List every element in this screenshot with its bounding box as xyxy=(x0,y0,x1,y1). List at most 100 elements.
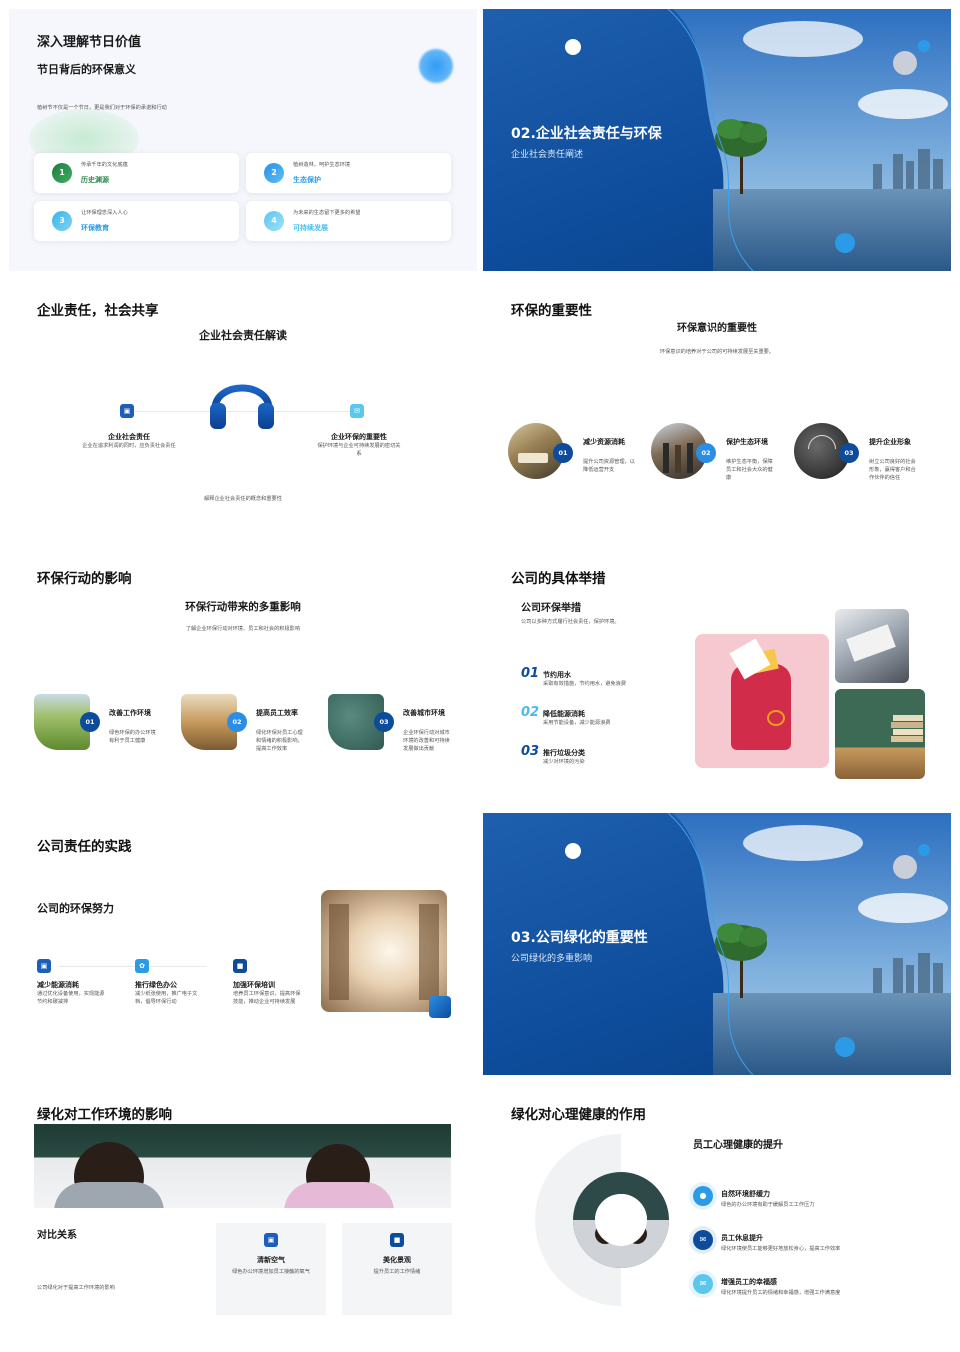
dot-blue xyxy=(918,40,930,52)
slide-impact: 环保行动的影响 环保行动带来的多重影响 了解企业环保行动对环境、员工和社会的积极… xyxy=(9,552,477,814)
photo-books-chalkboard xyxy=(835,689,925,779)
card-label: 历史渊源 xyxy=(81,176,109,184)
section-subtitle: 企业社会责任阐述 xyxy=(511,150,584,160)
item-title: 增强员工的幸福感 xyxy=(721,1278,777,1286)
page-subtitle: 环保行动带来的多重影响 xyxy=(185,601,301,613)
card-landscape: ■ 美化景观 提升员工的工作情绪 xyxy=(342,1223,452,1315)
item-title: 提高员工效率 xyxy=(256,709,298,717)
page-desc: 公司以多种方式履行社会责任，保护环境。 xyxy=(521,619,620,625)
dot-gray xyxy=(893,51,917,75)
section-title: 03.公司绿化的重要性 xyxy=(511,930,648,946)
slide-measures: 公司的具体举措 公司环保举措 公司以多种方式履行社会责任，保护环境。 01 节约… xyxy=(483,552,951,814)
briefcase-icon: ■ xyxy=(233,959,247,973)
slide-section-02: 02.企业社会责任与环保 企业社会责任阐述 xyxy=(483,9,951,271)
image-icon: ▣ xyxy=(264,1233,278,1247)
number-badge: 1 xyxy=(52,163,72,183)
item-desc: 绿化环境使员工能够更好地放松身心，提高工作效率 xyxy=(721,1246,841,1252)
number-badge: 03 xyxy=(374,712,394,732)
card-ecology: 2 植树造林，呵护生态环境 生态保护 xyxy=(246,153,451,193)
page-subtitle: 企业社会责任解读 xyxy=(199,329,287,342)
item-number: 01 xyxy=(521,666,540,681)
item-title: 提升企业形象 xyxy=(869,438,911,446)
dot-blue-bottom xyxy=(835,233,855,253)
page-desc: 植树节不仅是一个节日，更是我们对于环保的承诺和行动 xyxy=(37,105,167,111)
mail-icon: ✉ xyxy=(350,404,364,418)
left-desc: 企业在追求利润的同时，应负责社会责任 xyxy=(82,443,176,449)
dot-white xyxy=(565,843,581,859)
card-small: 植树造林，呵护生态环境 xyxy=(293,162,351,168)
mail-icon: ✉ xyxy=(693,1274,713,1294)
number-badge: 02 xyxy=(696,443,716,463)
item-title: 保护生态环境 xyxy=(726,438,768,446)
photo-library xyxy=(321,890,447,1012)
item-desc: 绿化环境提升员工的情绪和幸福感，增强工作满意度 xyxy=(721,1290,841,1296)
left-title: 企业社会责任 xyxy=(108,433,150,441)
number-badge: 01 xyxy=(80,712,100,732)
photo-backpack xyxy=(695,634,829,768)
card-small: 让环保理念深入人心 xyxy=(81,210,128,216)
card-desc: 提升员工的工作情绪 xyxy=(373,1269,421,1275)
item-title: 自然环境舒缓力 xyxy=(721,1190,770,1198)
page-subtitle: 公司的环保努力 xyxy=(37,902,114,915)
item-desc: 采用节能设备，减少能源浪费 xyxy=(543,720,611,726)
item-desc: 绿化环保对员工心理和情绪的积极影响，提高工作效率 xyxy=(256,730,303,752)
item-desc: 采取有效措施，节约用水，避免浪费 xyxy=(543,681,627,687)
location-icon: ● xyxy=(693,1186,713,1206)
number-badge: 3 xyxy=(52,211,72,231)
dot-white xyxy=(565,39,581,55)
slide-csr: 企业责任，社会共享 企业社会责任解读 ▣ ✉ 企业社会责任 企业在追求利润的同时… xyxy=(9,283,477,545)
gear-icon: ✿ xyxy=(135,959,149,973)
page-subtitle: 公司环保举措 xyxy=(521,603,581,614)
item-desc: 企业环保行动对城市环境的改善和可持续发展做出贡献 xyxy=(403,730,450,752)
page-desc: 环保意识的培养对于公司的可持续发展至关重要。 xyxy=(659,349,775,355)
card-title: 清新空气 xyxy=(257,1256,285,1264)
item-title: 推行绿色办公 xyxy=(135,981,177,989)
headphones-icon xyxy=(210,384,274,429)
slide-mental-health: 绿化对心理健康的作用 员工心理健康的提升 ● 自然环境舒缓力 绿色的办公环境有助… xyxy=(483,1088,951,1350)
item-title: 节约用水 xyxy=(543,671,571,679)
number-badge: 4 xyxy=(264,211,284,231)
image-icon: ▣ xyxy=(37,959,51,973)
card-desc: 绿色办公环境增加员工接触的氧气 xyxy=(232,1269,310,1275)
section-title: 02.企业社会责任与环保 xyxy=(511,126,662,142)
image-icon: ▣ xyxy=(120,404,134,418)
card-label: 可持续发展 xyxy=(293,224,328,232)
slide-section-03: 03.公司绿化的重要性 公司绿化的多重影响 xyxy=(483,813,951,1075)
item-desc: 提升公司资源管理，以降低运营开支 xyxy=(583,459,635,473)
page-desc: 公司绿化对于提高工作环境的影响 xyxy=(37,1285,115,1291)
page-title: 深入理解节日价值 xyxy=(37,35,142,50)
card-small: 为未来的生态留下更多的希望 xyxy=(293,210,361,216)
slide-practice: 公司责任的实践 公司的环保努力 ▣ 减少能源消耗 通过优化设备使用，实现能源节约… xyxy=(9,820,477,1082)
page-title: 绿化对心理健康的作用 xyxy=(511,1107,646,1123)
card-title: 美化景观 xyxy=(383,1256,411,1264)
page-subtitle: 员工心理健康的提升 xyxy=(693,1140,783,1151)
dot-blue-bottom xyxy=(835,1037,855,1057)
slide-festival-value: 深入理解节日价值 节日背后的环保意义 植树节不仅是一个节日，更是我们对于环保的承… xyxy=(9,9,477,271)
page-title: 绿化对工作环境的影响 xyxy=(37,1107,172,1123)
card-education: 3 让环保理念深入人心 环保教育 xyxy=(34,201,239,241)
donut-image xyxy=(573,1172,669,1268)
number-badge: 02 xyxy=(227,712,247,732)
page-title: 环保的重要性 xyxy=(511,303,592,319)
number-badge: 2 xyxy=(264,163,284,183)
item-title: 减少资源消耗 xyxy=(583,438,625,446)
dot-blue xyxy=(918,844,930,856)
connector-line xyxy=(59,966,207,967)
item-desc: 通过优化设备使用，实现能源节约和碳减排 xyxy=(37,991,105,1005)
card-label: 生态保护 xyxy=(293,176,321,184)
item-desc: 维护生态平衡，保障员工和社会大众的健康 xyxy=(726,459,773,481)
footer-text: 解释企业社会责任的概念和重要性 xyxy=(204,496,282,502)
slide-work-environment: 绿化对工作环境的影响 对比关系 公司绿化对于提高工作环境的影响 ▣ 清新空气 绿… xyxy=(9,1088,477,1350)
item-desc: 减少对环境的污染 xyxy=(543,759,585,765)
blue-orb xyxy=(419,49,453,83)
photo-book-reading xyxy=(835,609,909,683)
page-subtitle: 节日背后的环保意义 xyxy=(37,63,136,76)
card-small: 传承千年的文化底蕴 xyxy=(81,162,128,168)
card-label: 环保教育 xyxy=(81,224,109,232)
item-desc: 树立公司良好的社会形象，赢得客户和合作伙伴的信任 xyxy=(869,459,916,481)
item-title: 减少能源消耗 xyxy=(37,981,79,989)
right-title: 企业环保的重要性 xyxy=(331,433,387,441)
card-sustainable: 4 为未来的生态留下更多的希望 可持续发展 xyxy=(246,201,451,241)
item-title: 降低能源消耗 xyxy=(543,710,585,718)
accent-square xyxy=(429,996,451,1018)
